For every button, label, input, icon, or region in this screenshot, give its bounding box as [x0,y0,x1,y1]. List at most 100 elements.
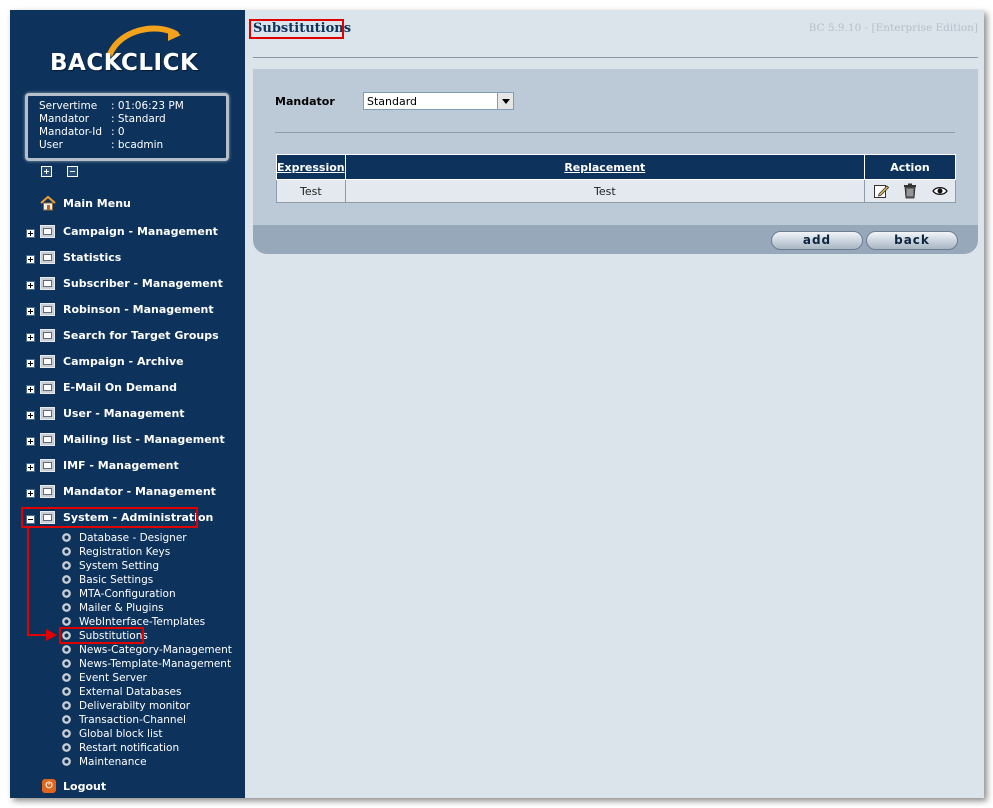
gear-icon [62,757,71,766]
expand-icon[interactable] [26,333,35,342]
expand-icon[interactable] [26,359,35,368]
edit-icon[interactable] [873,183,889,199]
folder-icon [40,485,55,498]
gear-icon [62,575,71,584]
sub-event-server[interactable]: Event Server [62,671,242,685]
arrow-head-icon [46,629,57,641]
folder-icon [40,381,55,394]
nav-mandator-management[interactable]: Mandator - Management [10,482,245,502]
sub-news-template-management[interactable]: News-Template-Management [62,657,242,671]
nav-main-menu[interactable]: Main Menu [10,194,245,214]
sub-system-setting[interactable]: System Setting [62,559,242,573]
highlight-box [21,507,198,528]
folder-icon [40,303,55,316]
gear-icon [62,729,71,738]
gear-icon [62,687,71,696]
mandator-select[interactable]: Standard [363,92,514,110]
gear-icon [62,547,71,556]
servertime-row: Servertime: 01:06:23 PM [39,100,184,112]
column-header-action: Action [864,154,956,180]
gear-icon [62,561,71,570]
sub-mta-configuration[interactable]: MTA-Configuration [62,587,242,601]
home-icon [40,195,56,211]
sub-database-designer[interactable]: Database - Designer [62,531,242,545]
back-button[interactable]: back [866,231,958,250]
cell-expression: Test [276,179,346,203]
expand-icon[interactable] [26,463,35,472]
cell-actions [864,179,956,203]
mandator-select-value: Standard [367,95,418,108]
nav-robinson-management[interactable]: Robinson - Management [10,300,245,320]
power-icon: ⏻ [42,779,56,793]
nav-label: Main Menu [63,197,131,210]
expand-icon[interactable] [26,437,35,446]
expand-icon[interactable] [26,307,35,316]
expand-icon[interactable] [26,255,35,264]
expand-icon[interactable] [26,489,35,498]
expand-icon[interactable] [26,281,35,290]
logo: BACKCLICK [48,24,208,94]
sub-external-databases[interactable]: External Databases [62,685,242,699]
column-header-expression[interactable]: Expression [276,154,346,180]
highlight-box [249,19,344,39]
add-button[interactable]: add [771,231,863,250]
gear-icon [62,673,71,682]
folder-icon [40,251,55,264]
version-label: BC 5.9.10 - [Enterprise Edition] [808,22,978,34]
folder-icon [40,407,55,420]
gear-icon [62,743,71,752]
gear-icon [62,533,71,542]
expand-icon[interactable] [26,229,35,238]
eye-icon[interactable] [931,183,948,199]
app-window: BACKCLICK Servertime: 01:06:23 PM Mandat… [10,10,984,798]
gear-icon [62,701,71,710]
divider [275,132,955,133]
user-row: User: bcadmin [39,139,164,151]
sub-global-block-list[interactable]: Global block list [62,727,242,741]
nav-campaign-management[interactable]: Campaign - Management [10,222,245,242]
sub-mailer-plugins[interactable]: Mailer & Plugins [62,601,242,615]
mandator-label: Mandator [275,95,335,108]
sub-basic-settings[interactable]: Basic Settings [62,573,242,587]
sub-news-category-management[interactable]: News-Category-Management [62,643,242,657]
folder-icon [40,277,55,290]
highlight-box [59,627,144,644]
nav-logout[interactable]: ⏻ Logout [10,777,245,797]
sub-maintenance[interactable]: Maintenance [62,755,242,769]
nav-user-management[interactable]: User - Management [10,404,245,424]
nav-mailing-list-management[interactable]: Mailing list - Management [10,430,245,450]
sub-registration-keys[interactable]: Registration Keys [62,545,242,559]
trash-icon[interactable] [902,183,918,199]
expand-all-icon[interactable] [41,166,52,177]
gear-icon [62,659,71,668]
logo-text: BACKCLICK [50,50,199,76]
nav-search-target-groups[interactable]: Search for Target Groups [10,326,245,346]
folder-icon [40,225,55,238]
annotation-arrow-line [27,528,29,636]
folder-icon [40,433,55,446]
table-row: Test Test [276,179,956,203]
gear-icon [62,645,71,654]
nav-campaign-archive[interactable]: Campaign - Archive [10,352,245,372]
gear-icon [62,603,71,612]
nav-subscriber-management[interactable]: Subscriber - Management [10,274,245,294]
substitutions-panel: Mandator Standard Expression Replacement… [253,69,978,254]
nav-email-on-demand[interactable]: E-Mail On Demand [10,378,245,398]
gear-icon [62,589,71,598]
table-header-row: Expression Replacement Action [276,154,956,180]
expand-icon[interactable] [26,385,35,394]
expand-icon[interactable] [26,411,35,420]
divider [253,57,978,58]
collapse-all-icon[interactable] [67,166,78,177]
substitutions-table: Expression Replacement Action Test Test [276,154,956,203]
sub-restart-notification[interactable]: Restart notification [62,741,242,755]
folder-icon [40,355,55,368]
folder-icon [40,329,55,342]
sub-transaction-channel[interactable]: Transaction-Channel [62,713,242,727]
column-header-replacement[interactable]: Replacement [344,154,866,180]
nav-imf-management[interactable]: IMF - Management [10,456,245,476]
nav-statistics[interactable]: Statistics [10,248,245,268]
chevron-down-icon[interactable] [497,93,513,109]
cell-replacement: Test [344,179,866,203]
sub-deliverability-monitor[interactable]: Deliverabilty monitor [62,699,242,713]
